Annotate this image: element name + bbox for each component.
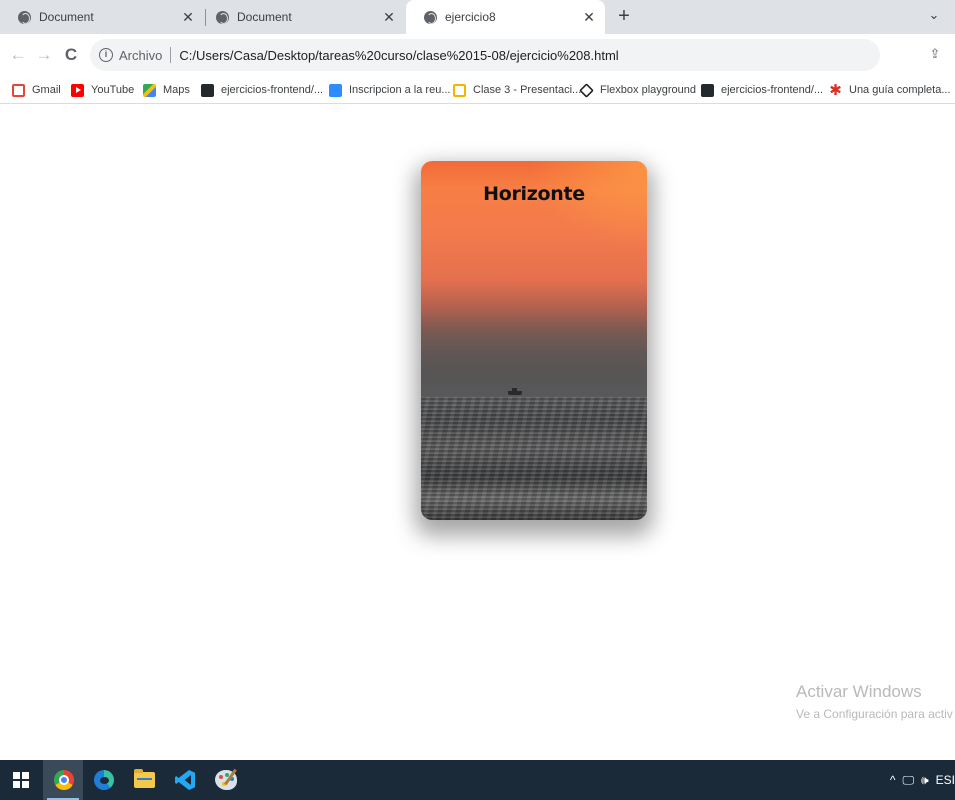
back-button[interactable]: ← [6,43,30,67]
chrome-icon [54,770,74,790]
tab-ejercicio8[interactable]: ejercicio8 ✕ [406,0,605,34]
bookmark-label: ejercicios-frontend/... [721,84,824,96]
tab-title: ejercicio8 [445,10,496,24]
windows-taskbar: ^ 🖵 🕪 ESI [0,760,955,800]
gmail-icon [12,83,25,97]
bookmark-label: Clase 3 - Presentaci... [473,84,582,96]
bookmarks-bar: Gmail YouTube Maps ejercicios-frontend/.… [0,76,955,104]
bookmark-gmail[interactable]: Gmail [12,81,61,99]
zoom-icon [329,83,342,97]
bookmark-inscripcion[interactable]: Inscripcion a la reu... [329,81,451,99]
bookmark-label: Inscripcion a la reu... [349,84,451,96]
close-icon[interactable]: ✕ [581,9,597,26]
bookmark-label: Gmail [32,84,61,96]
bookmark-youtube[interactable]: YouTube [71,81,134,99]
info-icon[interactable]: i [99,48,113,62]
tab-document-2[interactable]: Document ✕ [198,0,405,34]
reload-button[interactable]: C [59,43,83,67]
tab-search-button[interactable]: ⌄ [922,4,946,28]
bookmark-una-guia[interactable]: ✱ Una guía completa... [829,81,951,99]
horizon-card: Horizonte [421,161,647,520]
tab-document-1[interactable]: Document ✕ [0,0,204,34]
sunset-glow [527,161,647,251]
sea-texture [421,397,647,520]
windows-activation-watermark: Activar Windows Ve a Configuración para … [796,682,953,721]
watermark-line-1: Activar Windows [796,682,922,701]
start-button[interactable] [0,760,40,800]
folder-icon [134,769,155,788]
taskbar-chrome[interactable] [43,760,83,800]
codepen-icon [579,82,594,98]
bookmark-label: Flexbox playground [600,84,697,96]
bookmark-clase-3[interactable]: Clase 3 - Presentaci... [453,81,581,99]
github-icon [701,83,714,97]
star-icon: ✱ [829,81,842,99]
globe-icon [216,10,229,24]
address-url[interactable]: C:/Users/Casa/Desktop/tareas%20curso/cla… [179,48,618,63]
vscode-icon [175,770,195,790]
new-tab-button[interactable]: + [612,5,636,29]
bookmark-label: YouTube [91,84,135,96]
bookmark-label: Maps [163,84,190,96]
youtube-icon [71,83,84,97]
slides-icon [453,83,466,97]
tab-title: Document [39,10,94,24]
bookmark-maps[interactable]: Maps [143,81,190,99]
bookmark-label: Una guía completa... [849,84,951,96]
address-divider [170,47,172,63]
bookmark-ejercicios-frontend-1[interactable]: ejercicios-frontend/... [201,81,323,99]
share-icon[interactable]: ⇪ [926,45,944,63]
close-icon[interactable]: ✕ [180,9,196,26]
taskbar-edge[interactable] [83,760,123,800]
github-icon [201,83,214,97]
browser-toolbar: ← → C i Archivo C:/Users/Casa/Desktop/ta… [0,34,955,76]
tab-title: Document [237,10,292,24]
boat-silhouette [508,388,522,395]
bookmark-label: ejercicios-frontend/... [221,84,324,96]
edge-icon [94,770,114,790]
network-icon[interactable]: 🖵 [903,773,915,788]
address-bar[interactable]: i Archivo C:/Users/Casa/Desktop/tareas%2… [90,39,880,71]
bookmark-flexbox-playground[interactable]: Flexbox playground [579,81,697,99]
page-viewport: Horizonte Activar Windows Ve a Configura… [0,105,955,760]
tab-strip: Document ✕ Document ✕ ejercicio8 ✕ + ⌄ [0,0,955,34]
language-indicator[interactable]: ESI [936,773,955,787]
watermark-line-2: Ve a Configuración para activ [796,707,953,721]
system-tray: ^ 🖵 🕪 ESI [890,760,955,800]
paint-icon [215,770,237,790]
taskbar-file-explorer[interactable] [124,760,164,800]
card-title: Horizonte [483,183,585,205]
globe-icon [424,10,437,24]
globe-icon [18,10,31,24]
taskbar-paint[interactable] [205,760,245,800]
close-icon[interactable]: ✕ [381,9,397,26]
maps-icon [143,83,156,97]
chevron-up-icon[interactable]: ^ [890,773,896,787]
windows-logo-icon [13,772,29,788]
bookmark-ejercicios-frontend-2[interactable]: ejercicios-frontend/... [701,81,823,99]
forward-button[interactable]: → [32,43,56,67]
volume-icon[interactable]: 🕪 [921,773,929,788]
address-scheme-label: Archivo [119,47,163,63]
taskbar-vscode[interactable] [164,760,204,800]
